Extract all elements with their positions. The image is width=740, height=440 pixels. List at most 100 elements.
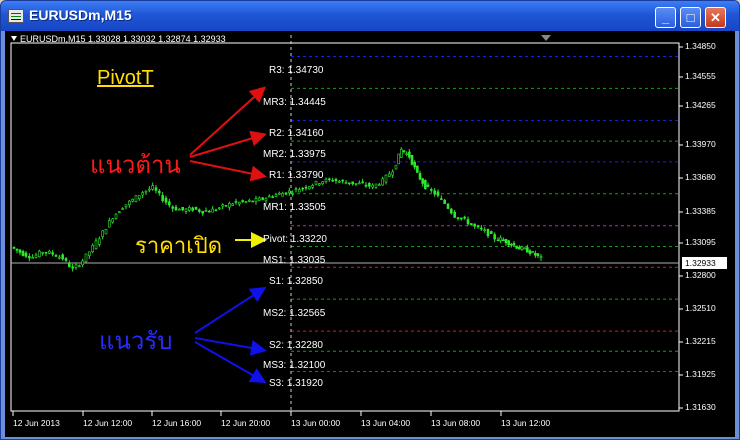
candle-body xyxy=(228,203,231,208)
candle-body xyxy=(154,187,158,191)
chart-canvas xyxy=(10,35,683,416)
candle-body xyxy=(38,250,41,258)
candle-body xyxy=(224,205,228,207)
candle-body xyxy=(528,250,532,254)
candle-body xyxy=(430,189,433,191)
candle-body xyxy=(341,179,344,182)
candle-body xyxy=(374,183,378,188)
candle-body xyxy=(344,182,348,185)
candle-body xyxy=(98,238,101,245)
price-tick-label: 1.31630 xyxy=(685,402,716,412)
candle-body xyxy=(181,206,184,211)
candle-body xyxy=(368,183,371,187)
candle-body xyxy=(121,208,124,210)
price-axis-ticks xyxy=(679,46,683,409)
candle-body xyxy=(440,198,443,200)
candle-body xyxy=(523,247,526,250)
price-tick-label: 1.32215 xyxy=(685,336,716,346)
open-price-annotation: ราคาเปิด xyxy=(135,233,223,258)
candle-body xyxy=(410,155,414,165)
candle-body xyxy=(466,219,470,225)
label-mr2: MR2: 1.33975 xyxy=(263,149,326,160)
candle-body xyxy=(476,225,480,228)
candle-body xyxy=(539,256,543,258)
candle-body xyxy=(456,217,460,219)
candle-body xyxy=(244,201,248,203)
candle-body xyxy=(358,182,361,185)
candle-body xyxy=(446,203,450,209)
candle-body xyxy=(184,208,188,212)
label-ms1: MS1: 1.33035 xyxy=(263,255,326,266)
minimize-button[interactable]: _ xyxy=(655,7,676,28)
candle-body xyxy=(321,181,324,185)
candle-body xyxy=(211,208,214,213)
candle-body xyxy=(144,190,148,193)
candle-body xyxy=(453,211,456,218)
candle-body xyxy=(433,190,436,195)
candle-body xyxy=(88,251,91,256)
candle-body xyxy=(301,187,304,190)
candle-body xyxy=(201,210,204,214)
candle-body xyxy=(351,181,354,185)
candle-body xyxy=(261,197,264,200)
candle-body xyxy=(397,153,400,165)
label-s2: S2: 1.32280 xyxy=(269,340,323,351)
chart-header: EURUSDm,M15 1.33028 1.33032 1.32874 1.32… xyxy=(11,34,226,44)
candle-body xyxy=(354,182,358,185)
candle-body xyxy=(48,251,51,254)
dropdown-triangle-icon[interactable] xyxy=(11,36,17,41)
candle-body xyxy=(460,217,463,220)
candle-body xyxy=(161,195,164,202)
close-button[interactable]: ✕ xyxy=(705,7,726,28)
chart-area[interactable]: EURUSDm,M15 1.33028 1.33032 1.32874 1.32… xyxy=(5,31,735,437)
candle-body xyxy=(214,209,218,212)
price-tick-label: 1.32510 xyxy=(685,303,716,313)
candle-body xyxy=(178,208,181,211)
label-s3: S3: 1.31920 xyxy=(269,378,323,389)
candle-body xyxy=(124,204,128,208)
candle-body xyxy=(400,148,403,158)
candle-body xyxy=(483,229,486,231)
candle-body xyxy=(204,210,208,212)
candle-body xyxy=(408,151,411,158)
candle-body xyxy=(284,192,288,195)
candle-body xyxy=(473,223,476,227)
candle-body xyxy=(248,200,251,202)
candle-body xyxy=(254,198,258,202)
candle-body xyxy=(12,246,16,249)
candle-body xyxy=(416,165,419,173)
candle-body xyxy=(294,188,298,191)
title-bar[interactable]: EURUSDm,M15 _ □ ✕ xyxy=(1,1,739,31)
candle-body xyxy=(426,184,430,187)
price-tick-label: 1.33095 xyxy=(685,237,716,247)
candle-body xyxy=(114,213,118,220)
candle-body xyxy=(402,150,406,153)
time-tick-label: 13 Jun 00:00 xyxy=(291,418,341,428)
candle-body xyxy=(371,184,374,188)
candle-body xyxy=(168,201,171,206)
pivot-title-annotation: PivotT xyxy=(97,67,154,89)
candle-body xyxy=(148,188,151,191)
candle-body xyxy=(510,243,513,246)
price-tick-label: 1.34555 xyxy=(685,71,716,81)
candle-body xyxy=(108,220,111,228)
candle-body xyxy=(331,180,334,182)
candle-body xyxy=(413,161,416,168)
candle-body xyxy=(241,200,244,203)
candle-body xyxy=(41,251,44,254)
candle-body xyxy=(191,207,194,211)
candle-body xyxy=(264,198,268,202)
candle-body xyxy=(91,245,94,253)
candle-body xyxy=(141,192,144,196)
chart-shift-marker[interactable] xyxy=(541,35,551,41)
maximize-button[interactable]: □ xyxy=(680,7,701,28)
candle-body xyxy=(74,264,78,268)
label-ms3: MS3: 1.32100 xyxy=(263,360,326,371)
candle-body xyxy=(518,246,521,250)
candle-body xyxy=(64,258,68,261)
candle-body xyxy=(443,199,446,204)
resistance-annotation: แนวต้าน xyxy=(90,152,181,179)
candle-body xyxy=(238,201,241,205)
candle-body xyxy=(348,182,351,185)
price-tick-label: 1.31925 xyxy=(685,369,716,379)
